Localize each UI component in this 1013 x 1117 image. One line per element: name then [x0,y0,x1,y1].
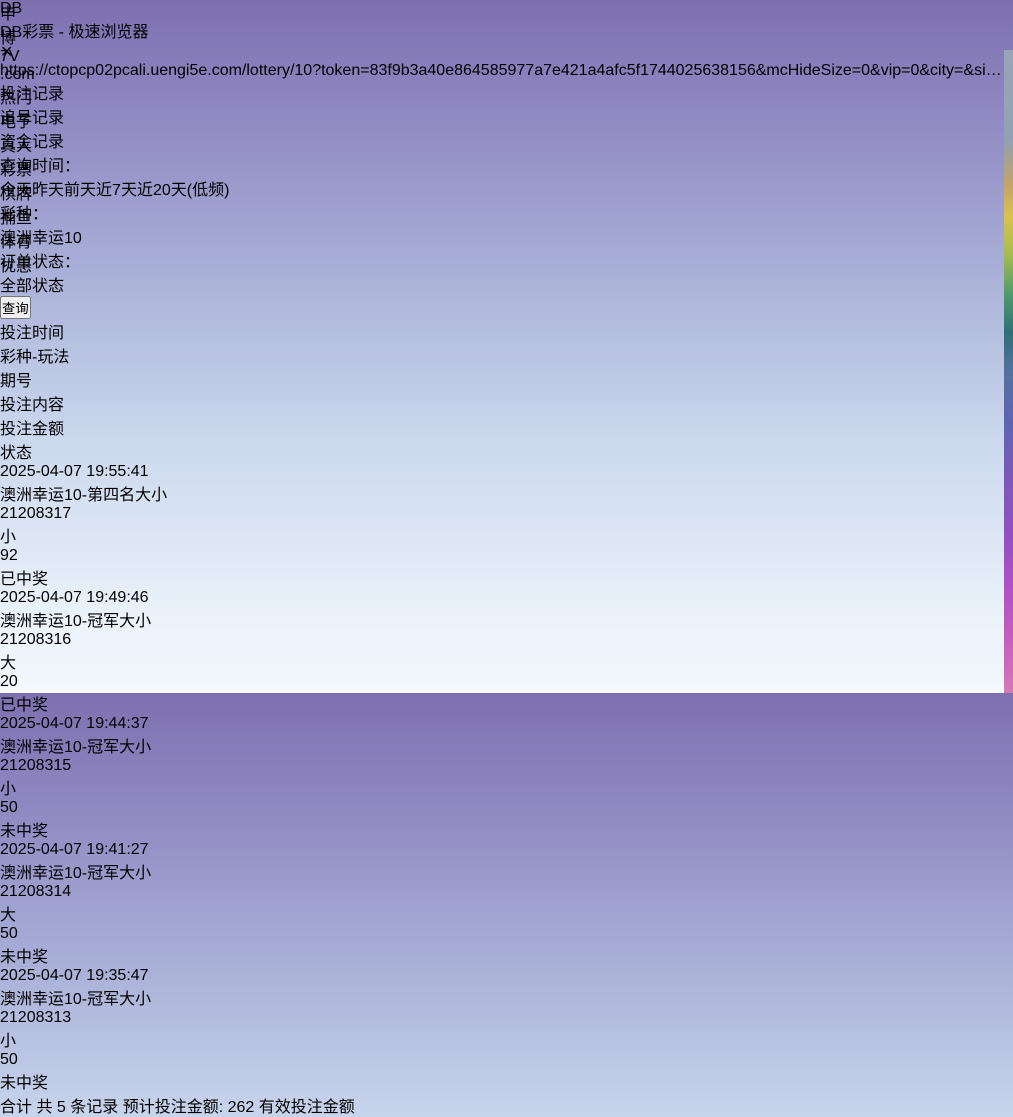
cell-amount: 50 [0,799,1013,817]
query-button[interactable]: 查询 [0,296,31,319]
brand-badge: 博 [0,24,1013,48]
header-cell: 投注金额 [0,415,1013,439]
footer-total: 合计 共 5 条记录 [0,1099,118,1116]
header-cell: 投注内容 [0,391,1013,415]
cell-game: 澳洲幸运10-冠军大小 [0,859,1013,883]
cell-issue: 21208314 [0,883,1013,901]
header-cell: 状态 [0,439,1013,463]
cell-amount: 92 [0,547,1013,565]
cell-game: 澳洲幸运10-冠军大小 [0,607,1013,631]
header-cell: 彩种-玩法 [0,343,1013,367]
nav-item[interactable]: 棋牌 [0,180,1013,204]
brand-main-text: 7V [0,48,1013,66]
brand-sub-text: .com [0,66,1013,84]
table-row: 2025-04-07 19:35:47澳洲幸运10-冠军大小21208313小5… [0,967,1013,1093]
table-footer: 合计 共 5 条记录 预计投注金额: 262 有效投注金额 [0,1093,1013,1117]
header-cell: 投注时间 [0,319,1013,343]
cell-amount: 50 [0,1051,1013,1069]
cell-content: 小 [0,523,1013,547]
cell-status: 未中奖 [0,943,1013,967]
table-row: 2025-04-07 19:41:27澳洲幸运10-冠军大小21208314大5… [0,841,1013,967]
status-select-value: 全部状态 [0,278,64,295]
nav-item[interactable]: 电子 [0,108,1013,132]
nav-item[interactable]: 捕鱼 [0,204,1013,228]
cell-time: 2025-04-07 19:35:47 [0,967,1013,985]
cell-content: 大 [0,649,1013,673]
cell-time: 2025-04-07 19:41:27 [0,841,1013,859]
table-row: 2025-04-07 19:44:37澳洲幸运10-冠军大小21208315小5… [0,715,1013,841]
cell-issue: 21208316 [0,631,1013,649]
cell-status: 已中奖 [0,565,1013,589]
brand-badges: 申 博 [0,0,1013,48]
cell-status: 未中奖 [0,1069,1013,1093]
cell-content: 小 [0,775,1013,799]
cell-time: 2025-04-07 19:49:46 [0,589,1013,607]
nav-item[interactable]: 真人 [0,132,1013,156]
table-row: 2025-04-07 19:55:41澳洲幸运10-第四名大小21208317小… [0,463,1013,589]
cell-content: 小 [0,1027,1013,1051]
table-body: 2025-04-07 19:55:41澳洲幸运10-第四名大小21208317小… [0,463,1013,1093]
cell-game: 澳洲幸运10-冠军大小 [0,733,1013,757]
cell-amount: 50 [0,925,1013,943]
table-header: 投注时间彩种-玩法期号投注内容投注金额状态 [0,319,1013,463]
nav-item[interactable]: 热门 [0,84,1013,108]
cell-issue: 21208317 [0,505,1013,523]
cell-game: 澳洲幸运10-冠军大小 [0,985,1013,1009]
footer-expected: 预计投注金额: 262 [123,1099,255,1116]
cell-issue: 21208313 [0,1009,1013,1027]
brand-logo[interactable]: 申 博 7V .com [0,0,1013,84]
cell-status: 已中奖 [0,691,1013,715]
brand-badge: 申 [0,0,1013,24]
nav-item[interactable]: 彩票 [0,156,1013,180]
cell-content: 大 [0,901,1013,925]
site-topbar: 申 博 7V .com 热门电子真人彩票棋牌捕鱼体育优惠 [0,0,1013,50]
footer-valid: 有效投注金额 [259,1099,355,1116]
bets-table: 投注时间彩种-玩法期号投注内容投注金额状态 2025-04-07 19:55:4… [0,319,1013,1117]
main-nav: 热门电子真人彩票棋牌捕鱼体育优惠 [0,84,1013,276]
cell-issue: 21208315 [0,757,1013,775]
cell-amount: 20 [0,673,1013,691]
nav-item[interactable]: 优惠 [0,252,1013,276]
header-cell: 期号 [0,367,1013,391]
cell-game: 澳洲幸运10-第四名大小 [0,481,1013,505]
table-row: 2025-04-07 19:49:46澳洲幸运10-冠军大小21208316大2… [0,589,1013,715]
cell-time: 2025-04-07 19:44:37 [0,715,1013,733]
nav-item[interactable]: 体育 [0,228,1013,252]
cell-status: 未中奖 [0,817,1013,841]
cell-time: 2025-04-07 19:55:41 [0,463,1013,481]
